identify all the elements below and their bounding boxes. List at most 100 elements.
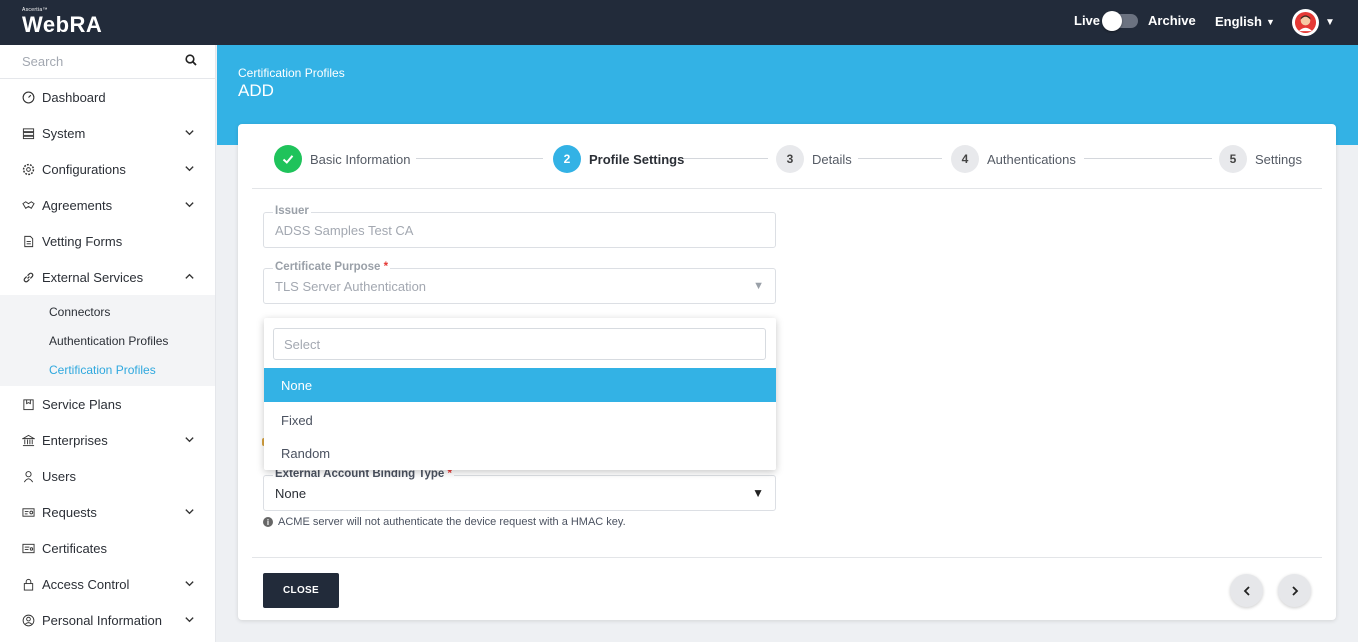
sidebar-item-label: Certificates (42, 540, 108, 556)
avatar-face-icon (1294, 11, 1317, 34)
sidebar-item-label: Service Plans (42, 396, 122, 412)
sidebar-item-vetting-forms[interactable]: Vetting Forms (0, 223, 215, 259)
sidebar-item-agreements[interactable]: Agreements (0, 187, 215, 223)
sidebar-item-label: Personal Information (42, 612, 162, 628)
sidebar-item-label: Agreements (42, 197, 113, 213)
step-connector (684, 158, 768, 159)
certificate-icon (22, 542, 35, 555)
live-archive-switch: Live Archive (1074, 10, 1196, 31)
step-number: 5 (1219, 145, 1247, 173)
step-number: 2 (553, 145, 581, 173)
dropdown-option-fixed[interactable]: Fixed (264, 403, 776, 437)
dropdown-option-random[interactable]: Random (264, 436, 776, 470)
dashboard-icon (22, 91, 35, 104)
step-details[interactable]: 3 Details (776, 145, 852, 173)
sidebar-item-personal-information[interactable]: Personal Information (0, 602, 215, 638)
step-label: Profile Settings (589, 151, 685, 167)
sidebar-item-label: System (42, 125, 86, 141)
handshake-icon (22, 199, 35, 212)
chevron-down-icon (184, 613, 195, 628)
link-icon (22, 271, 35, 284)
sidebar-item-requests[interactable]: Requests (0, 494, 215, 530)
info-icon: i (263, 517, 273, 527)
certificate-purpose-value: TLS Server Authentication (275, 278, 427, 294)
chevron-up-icon (184, 270, 195, 285)
step-basic-information[interactable]: Basic Information (274, 145, 410, 173)
step-connector (416, 158, 543, 159)
sidebar-search (0, 45, 215, 79)
search-icon[interactable] (185, 53, 197, 71)
eab-hint: i ACME server will not authenticate the … (263, 516, 626, 528)
dropdown-menu: None Fixed Random (264, 318, 776, 470)
sidebar-item-enterprises[interactable]: Enterprises (0, 422, 215, 458)
chevron-down-icon (184, 505, 195, 520)
sidebar-subitem-certification-profiles[interactable]: Certification Profiles (0, 355, 215, 384)
lock-icon (22, 578, 35, 591)
caret-down-icon: ▼ (753, 280, 764, 292)
step-label: Basic Information (310, 151, 411, 167)
brand-name: WebRA (22, 12, 103, 37)
eab-type-value: None (275, 485, 307, 501)
step-label: Settings (1255, 151, 1302, 167)
step-connector (1084, 158, 1212, 159)
sidebar-item-label: Vetting Forms (42, 233, 123, 249)
sidebar-subitem-connectors[interactable]: Connectors (0, 297, 215, 326)
caret-down-icon: ▼ (1325, 17, 1335, 28)
issuer-input: ADSS Samples Test CA (263, 212, 776, 248)
top-bar: Ascertia™ WebRA Live Archive English ▼ ▼ (0, 0, 1358, 45)
brand-logo[interactable]: Ascertia™ WebRA (22, 7, 102, 37)
issuer-value: ADSS Samples Test CA (275, 222, 414, 238)
step-connector (858, 158, 942, 159)
chevron-down-icon (184, 198, 195, 213)
language-label: English (1215, 14, 1262, 29)
chevron-down-icon (184, 433, 195, 448)
sidebar-item-dashboard[interactable]: Dashboard (0, 79, 215, 115)
step-label: Authentications (987, 151, 1076, 167)
document-icon (22, 235, 35, 248)
previous-button[interactable] (1230, 574, 1263, 607)
live-label: Live (1074, 13, 1101, 28)
page-title: ADD (238, 81, 274, 100)
language-selector[interactable]: English ▼ (1215, 14, 1275, 29)
sidebar-subitem-authentication-profiles[interactable]: Authentication Profiles (0, 326, 215, 355)
step-settings[interactable]: 5 Settings (1219, 145, 1302, 173)
toggle-knob (1102, 10, 1123, 31)
person-circle-icon (22, 614, 35, 627)
user-menu[interactable]: ▼ (1292, 9, 1335, 36)
issuer-field: ADSS Samples Test CA Issuer (263, 205, 776, 248)
sidebar-item-external-services[interactable]: External Services (0, 259, 215, 295)
close-button[interactable]: CLOSE (263, 573, 339, 608)
breadcrumb[interactable]: Certification Profiles (238, 66, 345, 80)
bank-icon (22, 434, 35, 447)
dropdown-search-input[interactable] (273, 328, 766, 360)
footer-divider (252, 557, 1322, 558)
request-icon (22, 506, 35, 519)
sidebar-item-label: Users (42, 468, 76, 484)
wizard-stepper: Basic Information 2 Profile Settings 3 D… (252, 124, 1322, 189)
avatar (1292, 9, 1319, 36)
next-button[interactable] (1278, 574, 1311, 607)
external-services-submenu: Connectors Authentication Profiles Certi… (0, 295, 215, 386)
sidebar-item-access-control[interactable]: Access Control (0, 566, 215, 602)
search-input[interactable] (22, 54, 172, 69)
user-icon (22, 470, 35, 483)
chevron-left-icon (1243, 585, 1250, 596)
sidebar-item-users[interactable]: Users (0, 458, 215, 494)
sidebar-item-configurations[interactable]: Configurations (0, 151, 215, 187)
sidebar-item-label: External Services (42, 269, 144, 285)
sidebar-item-service-plans[interactable]: Service Plans (0, 386, 215, 422)
step-profile-settings[interactable]: 2 Profile Settings (553, 145, 684, 173)
check-icon (274, 145, 302, 173)
live-archive-toggle[interactable] (1102, 10, 1139, 31)
dropdown-option-none[interactable]: None (264, 368, 776, 402)
certificate-purpose-field: TLS Server Authentication ▼ Certificate … (263, 261, 776, 304)
sidebar-item-label: Enterprises (42, 432, 108, 448)
step-label: Details (812, 151, 852, 167)
sidebar-item-system[interactable]: System (0, 115, 215, 151)
caret-down-icon: ▼ (1265, 16, 1275, 27)
sidebar-item-certificates[interactable]: Certificates (0, 530, 215, 566)
chevron-right-icon (1291, 585, 1298, 596)
sidebar: Dashboard System Configurations Agreemen… (0, 45, 216, 642)
step-authentications[interactable]: 4 Authentications (951, 145, 1076, 173)
chevron-down-icon (184, 126, 195, 141)
